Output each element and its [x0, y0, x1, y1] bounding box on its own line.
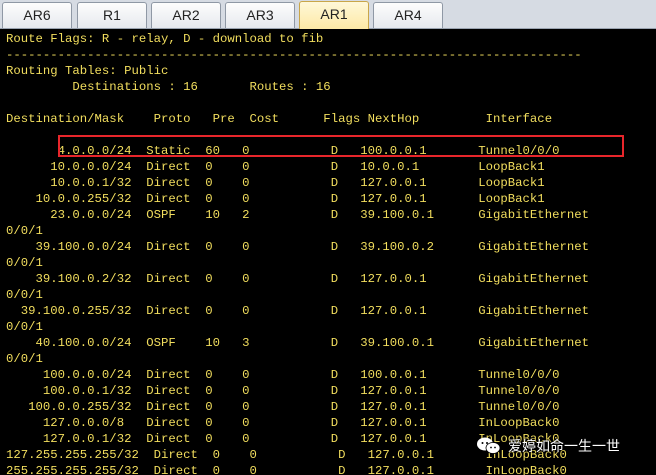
tab-ar3[interactable]: AR3 — [225, 2, 295, 28]
terminal-line: Route Flags: R - relay, D - download to … — [6, 32, 324, 46]
terminal-line: 100.0.0.255/32 Direct 0 0 D 127.0.0.1 Tu… — [6, 400, 560, 414]
chat-bubbles-icon — [476, 435, 502, 457]
tab-ar4[interactable]: AR4 — [373, 2, 443, 28]
terminal-line: 39.100.0.2/32 Direct 0 0 D 127.0.0.1 Gig… — [6, 272, 589, 286]
watermark-text: 爱婷如命一生一世 — [508, 439, 620, 455]
terminal-line: 0/0/1 — [6, 256, 43, 270]
terminal-console[interactable]: Route Flags: R - relay, D - download to … — [0, 29, 656, 475]
terminal-line: 10.0.0.1/32 Direct 0 0 D 127.0.0.1 LoopB… — [6, 176, 545, 190]
terminal-line: ----------------------------------------… — [6, 48, 582, 62]
terminal-line: Destinations : 16 Routes : 16 — [6, 80, 331, 94]
terminal-line: 127.0.0.0/8 Direct 0 0 D 127.0.0.1 InLoo… — [6, 416, 560, 430]
tab-ar1[interactable]: AR1 — [299, 1, 369, 29]
terminal-line: 39.100.0.255/32 Direct 0 0 D 127.0.0.1 G… — [6, 304, 589, 318]
terminal-line: 0/0/1 — [6, 288, 43, 302]
watermark: 爱婷如命一生一世 — [476, 432, 620, 460]
highlight-box — [58, 135, 624, 157]
terminal-line: 0/0/1 — [6, 320, 43, 334]
terminal-line: 100.0.0.0/24 Direct 0 0 D 100.0.0.1 Tunn… — [6, 368, 560, 382]
terminal-line: 23.0.0.0/24 OSPF 10 2 D 39.100.0.1 Gigab… — [6, 208, 589, 222]
tab-ar6[interactable]: AR6 — [2, 2, 72, 28]
terminal-line: 10.0.0.0/24 Direct 0 0 D 10.0.0.1 LoopBa… — [6, 160, 545, 174]
terminal-line: 10.0.0.255/32 Direct 0 0 D 127.0.0.1 Loo… — [6, 192, 545, 206]
terminal-line: 255.255.255.255/32 Direct 0 0 D 127.0.0.… — [6, 464, 567, 475]
tab-r1[interactable]: R1 — [77, 2, 147, 28]
terminal-line: 39.100.0.0/24 Direct 0 0 D 39.100.0.2 Gi… — [6, 240, 589, 254]
terminal-line: Routing Tables: Public — [6, 64, 169, 78]
terminal-line: 0/0/1 — [6, 352, 43, 366]
terminal-line: 100.0.0.1/32 Direct 0 0 D 127.0.0.1 Tunn… — [6, 384, 560, 398]
tab-ar2[interactable]: AR2 — [151, 2, 221, 28]
device-tab-bar: AR6 R1 AR2 AR3 AR1 AR4 — [0, 0, 656, 29]
terminal-line: Destination/Mask Proto Pre Cost Flags Ne… — [6, 112, 553, 126]
terminal-line: 40.100.0.0/24 OSPF 10 3 D 39.100.0.1 Gig… — [6, 336, 589, 350]
terminal-line: 0/0/1 — [6, 224, 43, 238]
